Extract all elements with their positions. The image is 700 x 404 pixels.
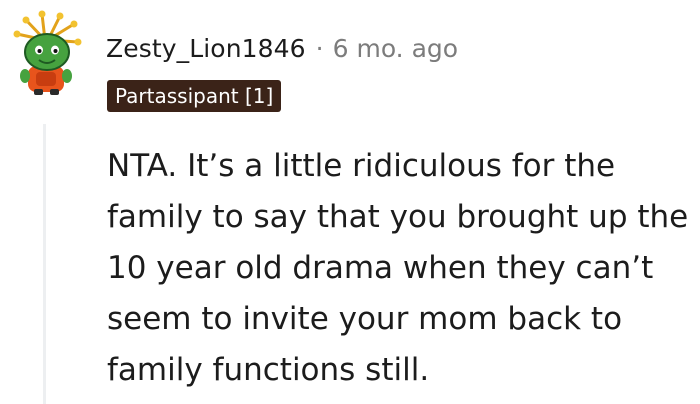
comment-body: NTA. It’s a little ridiculous for the fa… (107, 148, 689, 388)
timestamp-link[interactable]: 6 mo. ago (333, 34, 458, 63)
comment: Zesty_Lion1846 · 6 mo. ago Partassipant … (0, 0, 700, 404)
user-avatar-icon[interactable] (12, 10, 82, 96)
user-flair-badge: Partassipant [1] (107, 80, 282, 112)
thread-collapse-line[interactable] (43, 124, 46, 404)
username-link[interactable]: Zesty_Lion1846 (106, 34, 306, 63)
meta-separator: · (315, 33, 324, 63)
comment-header: Zesty_Lion1846 · 6 mo. ago (106, 30, 458, 66)
